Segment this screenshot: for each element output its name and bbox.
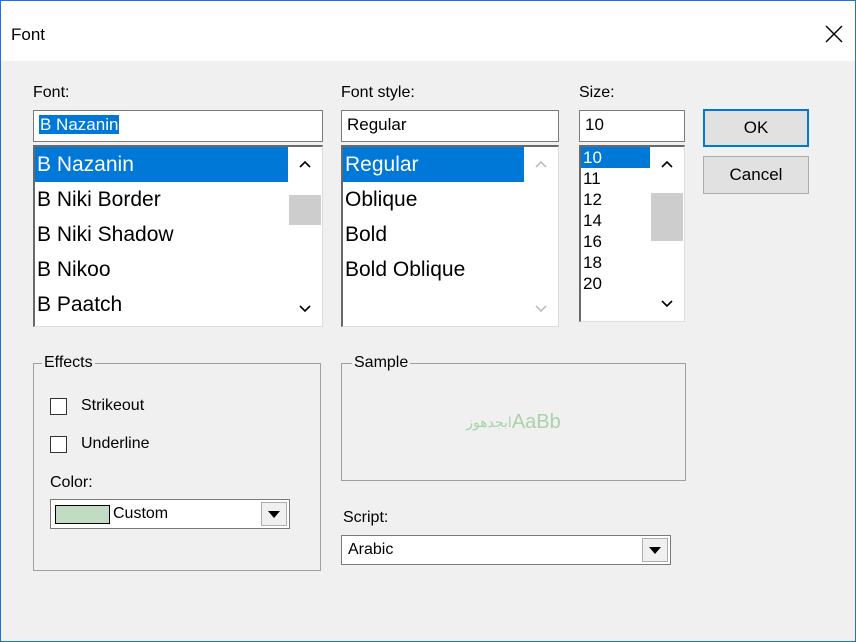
scroll-down-button (524, 292, 558, 326)
strikeout-label: Strikeout (81, 397, 145, 414)
size-list-item-text: 11 (583, 169, 601, 188)
underline-label: Underline (81, 435, 150, 452)
font-dialog: Font Font: B Nazanin B Nazanin B Niki Bor… (0, 0, 856, 642)
font-list-item-text: B Niki Border (37, 188, 161, 211)
underline-checkbox[interactable]: Underline (50, 435, 149, 453)
script-label: Script: (343, 509, 389, 526)
font-style-list-item-text: Regular (345, 153, 419, 176)
size-list-item-text: 16 (583, 232, 602, 251)
scroll-thumb[interactable] (289, 195, 321, 225)
dropdown-arrow-icon (268, 510, 280, 518)
chevron-up-icon (661, 160, 673, 168)
font-list-item-text: B Niki Shadow (37, 223, 174, 246)
chevron-down-icon (661, 300, 673, 308)
size-list-item-text: 18 (583, 253, 602, 272)
size-input[interactable]: 10 (579, 110, 685, 142)
font-style-label: Font style: (341, 84, 415, 101)
font-style-list-item[interactable]: Regular (343, 147, 524, 182)
font-list-scrollbar[interactable] (288, 147, 322, 326)
color-select[interactable]: Custom (50, 499, 290, 529)
sample-latin: AaBb (511, 410, 561, 433)
scroll-up-button (524, 147, 558, 181)
cancel-button[interactable]: Cancel (703, 156, 809, 194)
size-list-scrollbar[interactable] (650, 147, 684, 321)
effects-title: Effects (42, 354, 95, 372)
font-list-item[interactable]: B Nikoo (35, 252, 322, 287)
script-value: Arabic (348, 541, 394, 558)
scroll-up-button[interactable] (650, 147, 684, 181)
size-list-item-text: 14 (583, 211, 602, 230)
ok-button[interactable]: OK (703, 109, 809, 147)
strikeout-checkbox[interactable]: Strikeout (50, 397, 144, 415)
font-list-item-text: B Nikoo (37, 258, 111, 281)
dialog-title: Font (11, 25, 46, 44)
size-label: Size: (579, 84, 615, 101)
scroll-down-button[interactable] (288, 292, 322, 326)
scroll-up-button[interactable] (288, 147, 322, 181)
font-label: Font: (33, 84, 70, 101)
font-list-item[interactable]: B Nazanin (35, 147, 288, 182)
font-list[interactable]: B Nazanin B Niki Border B Niki Shadow B Nik… (33, 145, 323, 327)
font-style-list-item-text: Oblique (345, 188, 418, 211)
close-icon (825, 25, 843, 43)
sample-preview: ابجدهوز AaBb (342, 364, 685, 480)
size-list-item-text: 10 (583, 148, 602, 167)
chevron-up-icon (299, 160, 311, 168)
script-select[interactable]: Arabic (341, 535, 671, 565)
title-bar[interactable]: Font (1, 1, 855, 61)
color-dropdown-button[interactable] (261, 502, 287, 526)
font-style-list-item-text: Bold (345, 223, 388, 246)
font-style-list-item-text: Bold Oblique (345, 258, 466, 281)
size-list-item-text: 12 (583, 190, 602, 209)
font-list-item[interactable]: B Niki Shadow (35, 217, 322, 252)
sample-arabic: ابجدهوز (466, 413, 512, 430)
strikeout-check-box[interactable] (50, 397, 67, 415)
font-name-input[interactable]: B Nazanin (33, 110, 323, 142)
size-list-item-text: 20 (583, 274, 602, 293)
effects-group: Effects Strikeout Underline Color: Custo… (33, 354, 321, 571)
size-list[interactable]: 10 11 12 14 16 18 20 (579, 145, 685, 322)
font-list-item-text: B Paatch (37, 293, 123, 316)
color-swatch (55, 505, 110, 524)
sample-group: Sample ابجدهوز AaBb (341, 354, 686, 481)
font-list-item-text: B Nazanin (37, 153, 134, 176)
color-label: Color: (50, 474, 93, 491)
dropdown-arrow-icon (649, 546, 661, 554)
font-name-value: B Nazanin (39, 115, 120, 134)
font-style-input[interactable]: Regular (341, 110, 559, 142)
chevron-down-icon (299, 305, 311, 313)
size-list-item[interactable]: 10 (581, 147, 650, 168)
underline-check-box[interactable] (50, 435, 67, 453)
font-style-list[interactable]: Regular Oblique Bold Bold Oblique (341, 145, 559, 327)
scroll-down-button[interactable] (650, 287, 684, 321)
font-list-item[interactable]: B Paatch (35, 287, 322, 322)
chevron-up-icon (535, 160, 547, 168)
color-value: Custom (113, 505, 169, 522)
font-list-item[interactable]: B Niki Border (35, 182, 322, 217)
close-button[interactable] (813, 15, 855, 53)
scroll-thumb[interactable] (651, 193, 683, 241)
font-list-items: B Nazanin B Niki Border B Niki Shadow B Nik… (35, 147, 322, 322)
chevron-down-icon (535, 305, 547, 313)
font-style-scrollbar[interactable] (524, 147, 558, 326)
script-dropdown-button[interactable] (642, 538, 668, 562)
